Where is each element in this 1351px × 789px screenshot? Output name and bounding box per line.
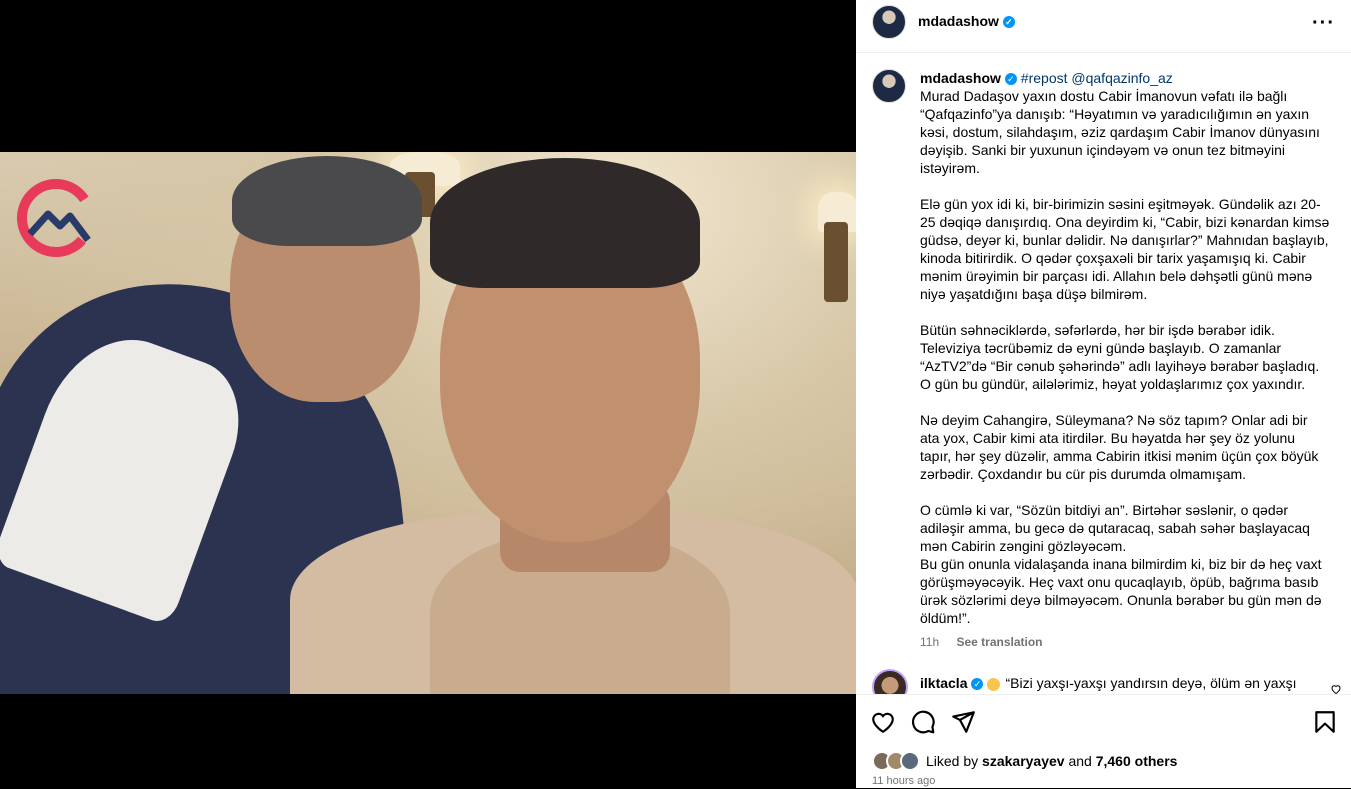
- more-horizontal-icon[interactable]: ···: [1312, 12, 1335, 35]
- like-comment-heart-icon[interactable]: [1330, 683, 1342, 694]
- comment-icon[interactable]: [910, 709, 936, 735]
- post-timestamp: 11 hours ago: [872, 775, 936, 787]
- bookmark-icon[interactable]: [1312, 709, 1338, 735]
- verified-badge-icon: ✓: [1004, 73, 1017, 86]
- post-sidebar: mdadashow ✓ ··· mdadashow ✓ #repost @qafqa…: [856, 0, 1351, 788]
- emoji-icon: [987, 677, 1001, 691]
- likes-summary[interactable]: Liked by szakaryayev and 7,460 others: [872, 751, 1177, 771]
- post-photo[interactable]: [0, 152, 856, 694]
- liker-avatar: [900, 751, 920, 771]
- commenter-avatar[interactable]: [872, 669, 908, 694]
- post-header: mdadashow ✓ ···: [856, 0, 1351, 53]
- caption-avatar[interactable]: [872, 69, 906, 103]
- comments-panel[interactable]: mdadashow ✓ #repost @qafqazinfo_az Murad …: [856, 53, 1351, 694]
- mention-link[interactable]: @qafqazinfo_az: [1071, 70, 1172, 86]
- caption-username[interactable]: mdadashow: [920, 70, 1001, 86]
- heart-icon[interactable]: [870, 709, 896, 735]
- liker-username[interactable]: szakaryayev: [982, 753, 1065, 769]
- post-media[interactable]: [0, 0, 856, 788]
- likes-count[interactable]: 7,460 others: [1096, 753, 1178, 769]
- commenter-username[interactable]: ilktacla: [920, 675, 967, 691]
- verified-badge-icon: ✓: [1002, 16, 1015, 29]
- caption-age: 11h: [920, 635, 940, 649]
- repost-hashtag[interactable]: #repost: [1021, 70, 1068, 86]
- author-username[interactable]: mdadashow ✓: [918, 13, 1015, 29]
- share-icon[interactable]: [950, 709, 976, 735]
- comment-text: “Bizi yaxşı-yaxşı yandırsın deyə, ölüm ə…: [1005, 675, 1297, 691]
- verified-badge-icon: ✓: [971, 678, 984, 691]
- author-avatar[interactable]: [872, 5, 906, 39]
- watermark-logo-icon: [17, 179, 95, 257]
- caption-text: Murad Dadaşov yaxın dostu Cabir İmanovun…: [920, 88, 1330, 626]
- post-actions: Liked by szakaryayev and 7,460 others 11…: [856, 694, 1351, 789]
- comment-item: ilktacla ✓ “Bizi yaxşı-yaxşı yandırsın dey…: [872, 669, 1342, 694]
- likes-joiner: and: [1068, 753, 1092, 769]
- likes-prefix: Liked by: [926, 753, 979, 769]
- see-translation-link[interactable]: See translation: [956, 635, 1042, 649]
